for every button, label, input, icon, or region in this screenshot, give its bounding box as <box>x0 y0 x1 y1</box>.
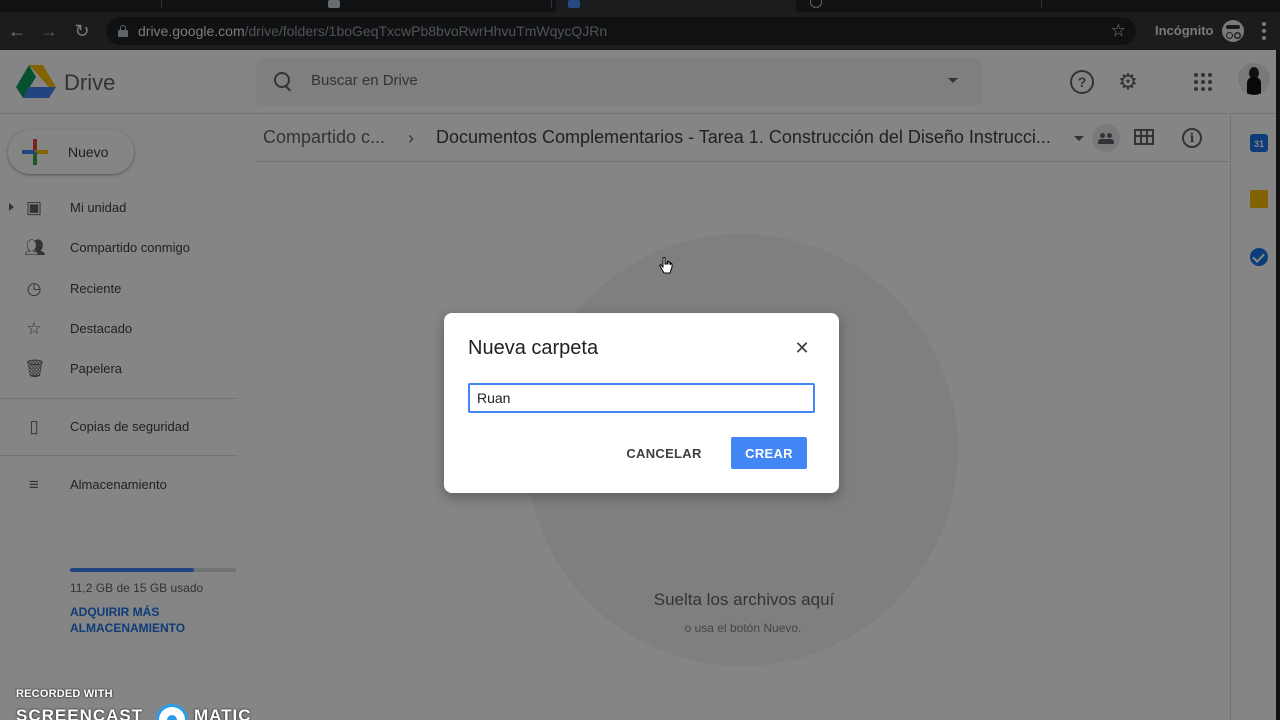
screencast-logo-icon <box>156 704 188 720</box>
watermark-caption: RECORDED WITH <box>16 688 113 700</box>
watermark-brand-right: MATIC <box>194 706 252 720</box>
dialog-title: Nueva carpeta <box>468 337 599 359</box>
folder-name-input[interactable] <box>468 383 815 413</box>
new-folder-dialog: Nueva carpeta ✕ CANCELAR CREAR <box>444 313 839 493</box>
close-icon[interactable]: ✕ <box>792 338 812 358</box>
watermark-brand-left: SCREENCAST <box>16 706 144 720</box>
cancel-button[interactable]: CANCELAR <box>618 437 710 469</box>
screencast-watermark: RECORDED WITH SCREENCAST MATIC <box>16 688 251 720</box>
hand-cursor-icon <box>659 257 673 274</box>
screen: ← → ↻ drive.google.com/drive/folders/1bo… <box>0 0 1280 720</box>
create-button[interactable]: CREAR <box>731 437 807 469</box>
